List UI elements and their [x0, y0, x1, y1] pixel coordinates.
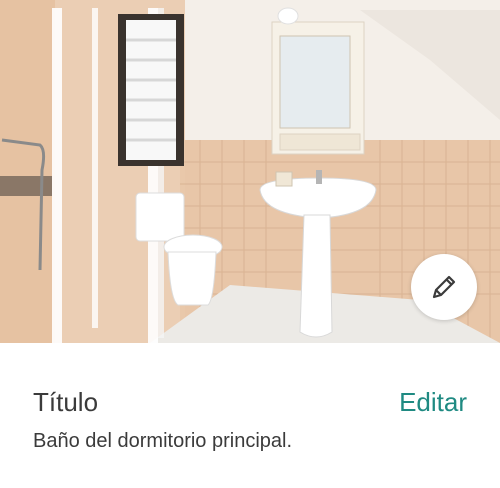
listing-title-text: Baño del dormitorio principal. — [33, 430, 293, 452]
edit-photo-button[interactable] — [411, 254, 477, 320]
section-title: Título — [33, 386, 99, 417]
pencil-icon — [427, 270, 461, 304]
title-row: Título Editar — [33, 382, 467, 422]
edit-link[interactable]: Editar — [399, 387, 467, 418]
bathroom-photo — [0, 0, 500, 343]
